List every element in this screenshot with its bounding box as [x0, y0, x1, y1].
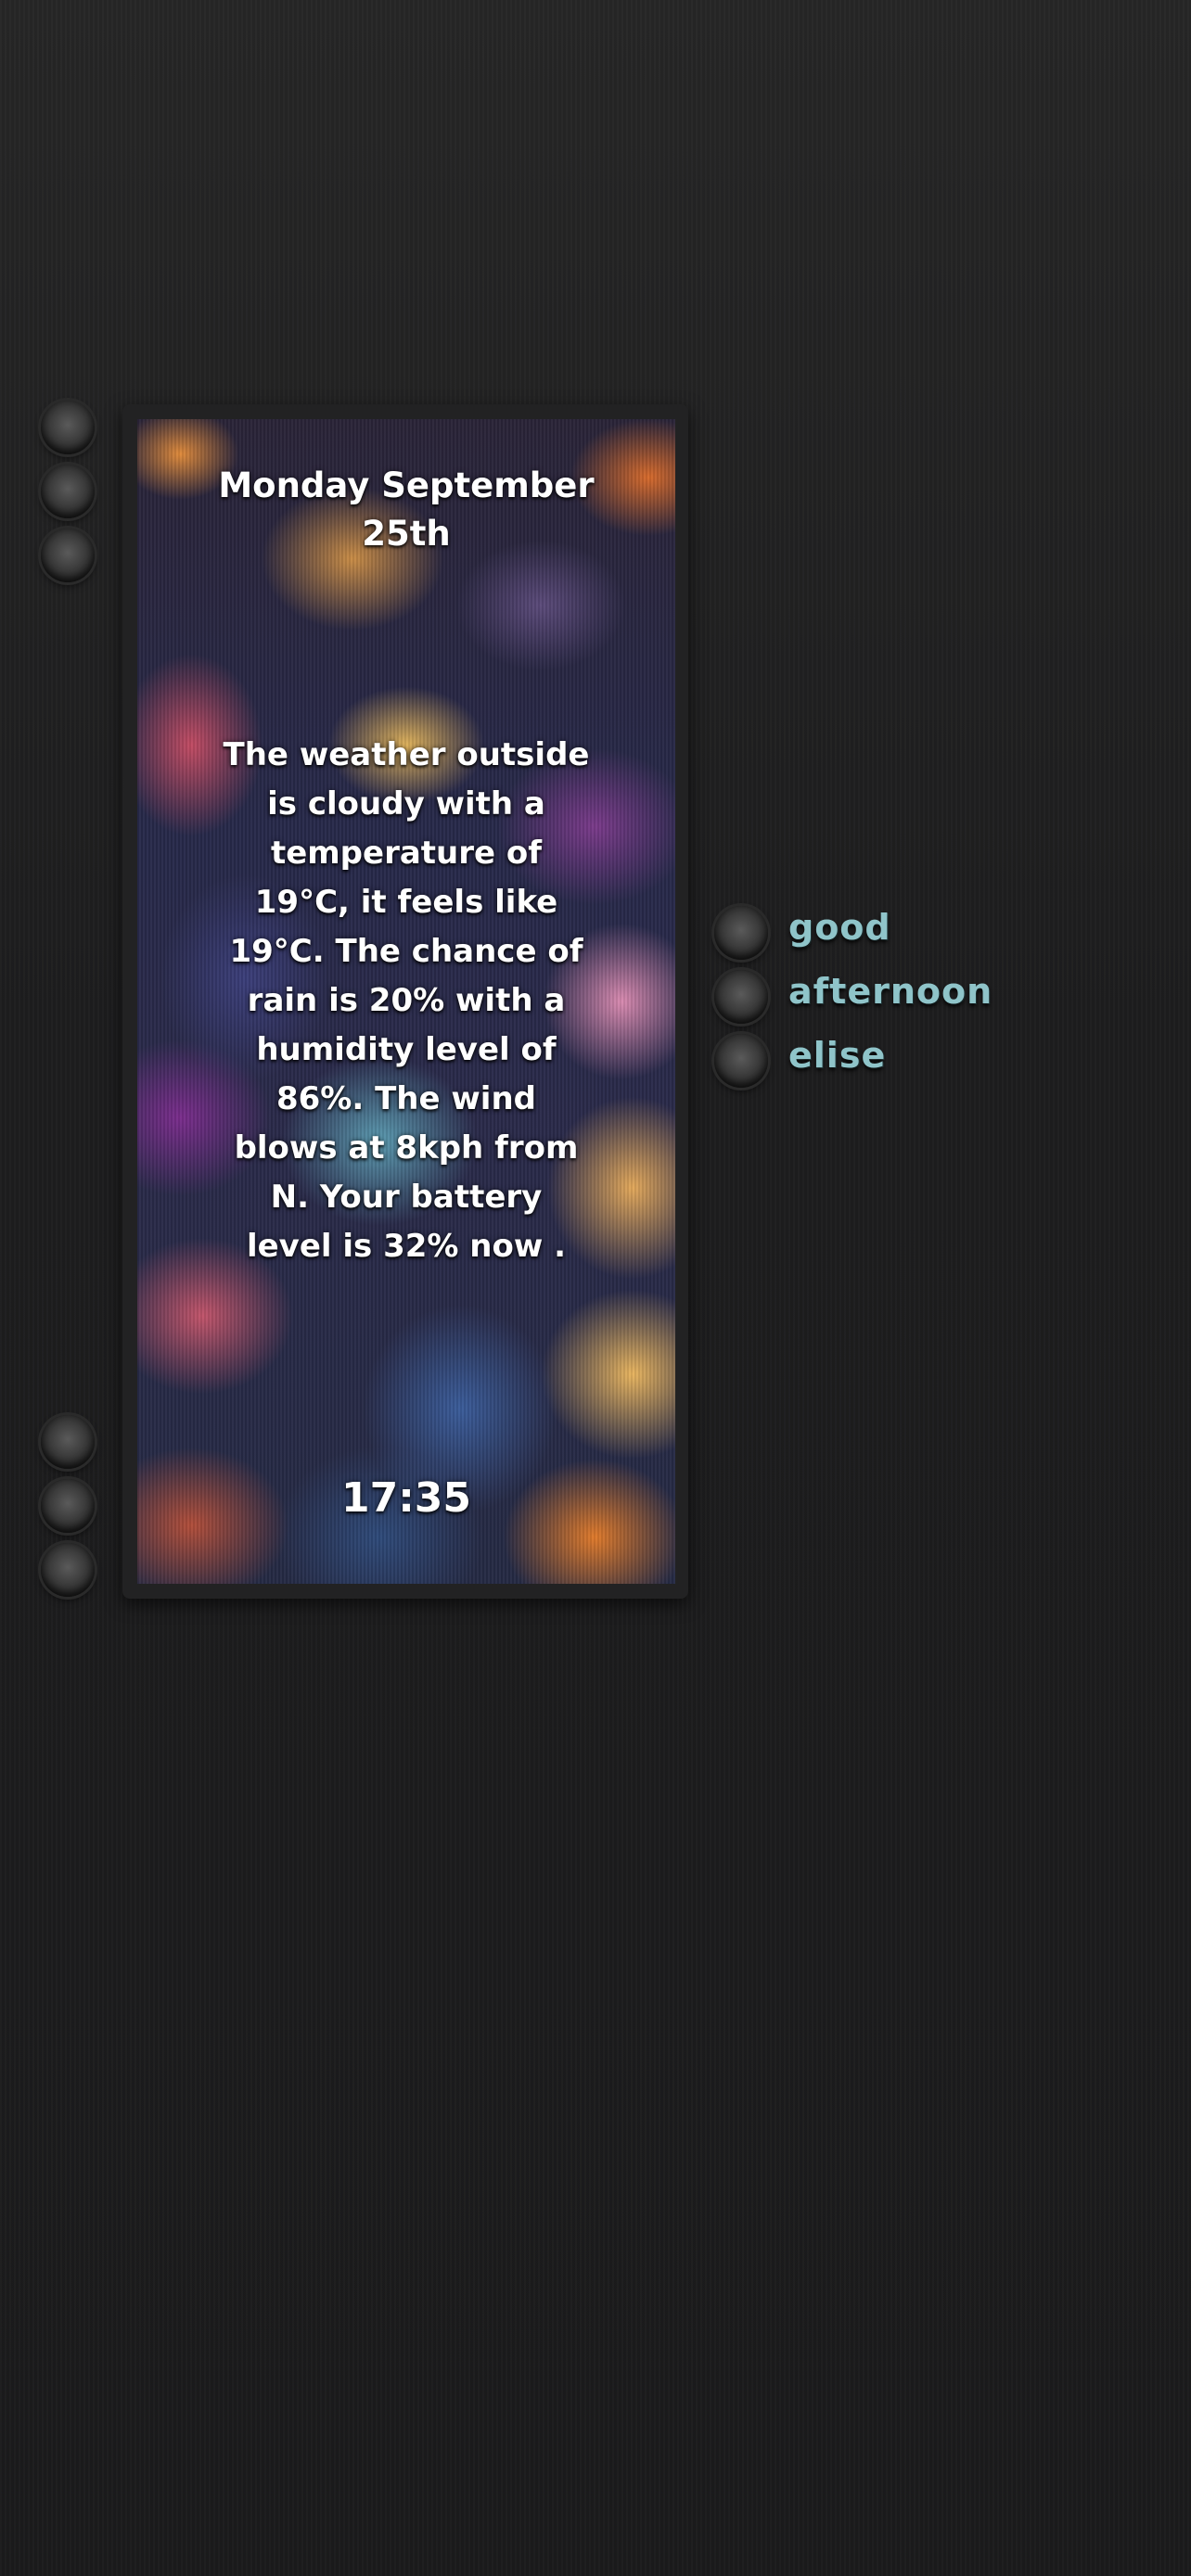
decor-dot-left-bottom-1 — [41, 1415, 95, 1469]
decor-dot-right-2 — [714, 970, 768, 1024]
decor-dot-right-3 — [714, 1034, 768, 1088]
decor-dot-right-1 — [714, 906, 768, 960]
decor-dot-left-top-2 — [41, 465, 95, 518]
decor-dot-left-bottom-2 — [41, 1479, 95, 1533]
date-text: Monday September 25th — [218, 465, 595, 554]
decor-dot-left-top-1 — [41, 401, 95, 454]
decor-dot-left-top-3 — [41, 529, 95, 582]
greeting-line-name: elise — [788, 1035, 887, 1076]
greeting-line-afternoon: afternoon — [788, 971, 993, 1012]
weather-summary-text: The weather outside is cloudy with a tem… — [223, 736, 590, 1265]
clock-time: 17:35 — [340, 1474, 472, 1522]
decor-dot-left-bottom-3 — [41, 1543, 95, 1597]
greeting-line-good: good — [788, 907, 891, 948]
